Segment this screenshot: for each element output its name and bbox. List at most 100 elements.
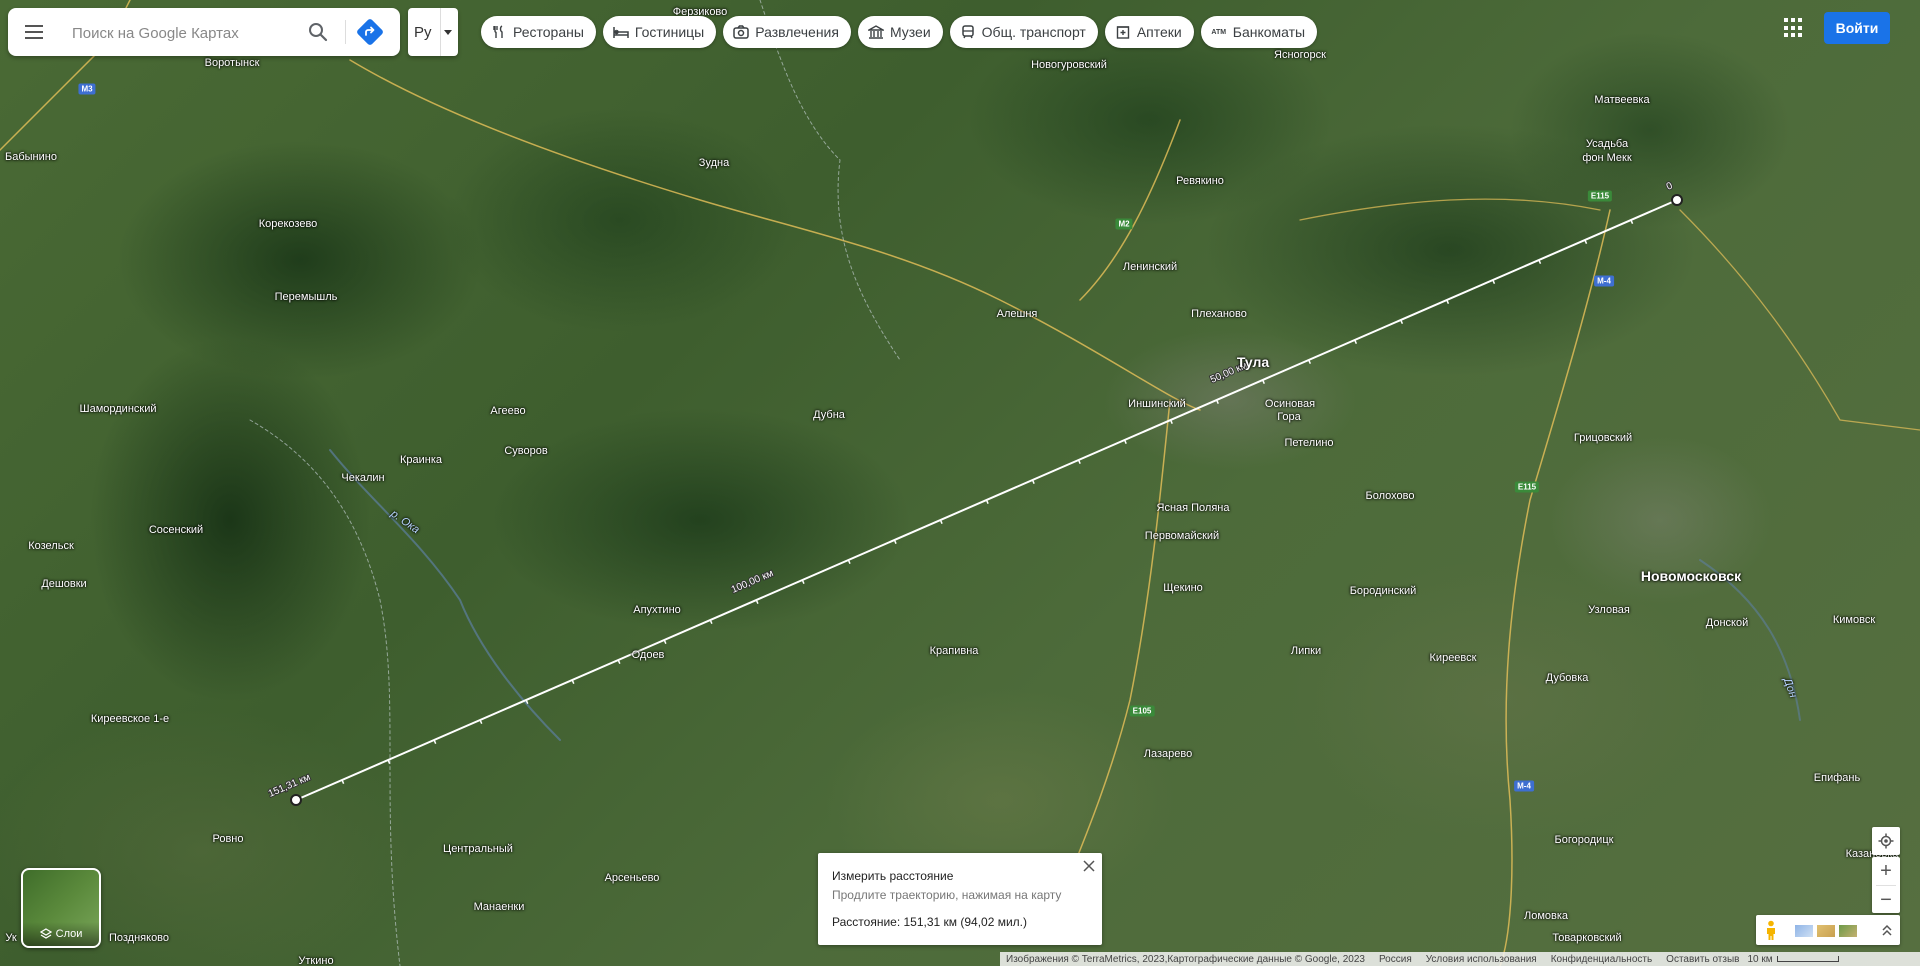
place-label[interactable]: Центральный xyxy=(443,843,513,855)
country-link[interactable]: Россия xyxy=(1379,954,1412,965)
place-label[interactable]: Краинка xyxy=(400,454,442,466)
language-selector[interactable]: Ру xyxy=(408,8,458,56)
terms-link[interactable]: Условия использования xyxy=(1426,954,1537,965)
traffic-thumbnail[interactable] xyxy=(1816,924,1836,938)
place-label[interactable]: Алешня xyxy=(997,308,1038,320)
place-label[interactable]: Грицовский xyxy=(1574,432,1632,444)
chip-hotels[interactable]: Гостиницы xyxy=(602,16,717,48)
place-label[interactable]: Уткино xyxy=(298,955,333,966)
location-icon xyxy=(1878,833,1894,849)
place-label[interactable]: фон Мекк xyxy=(1582,152,1631,164)
place-label[interactable]: Суворов xyxy=(504,445,547,457)
chip-pharmacies[interactable]: Аптеки xyxy=(1104,16,1194,48)
place-label[interactable]: Одоев xyxy=(632,649,665,661)
place-label[interactable]: Иншинский xyxy=(1128,398,1186,410)
route-tick xyxy=(801,579,805,584)
place-label[interactable]: Новогуровский xyxy=(1031,59,1107,71)
place-label[interactable]: Дешовки xyxy=(41,578,86,590)
zoom-control: + − xyxy=(1872,857,1900,913)
satellite-map[interactable]: 50,00 км 100,00 км 151,31 км 0 Ферзиково… xyxy=(0,0,1920,966)
place-label[interactable]: Воротынск xyxy=(205,57,260,69)
place-label[interactable]: Матвеевка xyxy=(1594,94,1649,106)
layers-label: Слои xyxy=(55,928,83,940)
place-label[interactable]: Корекозево xyxy=(259,218,318,230)
place-label[interactable]: Киреевское 1-е xyxy=(91,713,169,725)
place-label[interactable]: Чекалин xyxy=(341,472,384,484)
chip-entertainment[interactable]: Развлечения xyxy=(723,16,851,48)
imagery-thumbnails xyxy=(1794,924,1858,938)
place-label[interactable]: Шамординский xyxy=(80,403,157,415)
route-tick xyxy=(985,499,989,504)
chip-transit[interactable]: Общ. транспорт xyxy=(949,16,1098,48)
zoom-out-button[interactable]: − xyxy=(1872,886,1900,914)
scale-bar[interactable]: 10 км xyxy=(1747,954,1839,965)
place-label[interactable]: Щекино xyxy=(1163,582,1203,594)
chip-atms[interactable]: ATM Банкоматы xyxy=(1200,16,1318,48)
place-label[interactable]: Бородинский xyxy=(1350,585,1417,597)
place-label[interactable]: Епифань xyxy=(1814,772,1860,784)
place-label[interactable]: Кимовск xyxy=(1833,614,1875,626)
place-label[interactable]: Дубна xyxy=(813,409,845,421)
terrain-thumbnail[interactable] xyxy=(1794,924,1814,938)
privacy-link[interactable]: Конфиденциальность xyxy=(1551,954,1652,965)
place-label[interactable]: Ясная Поляна xyxy=(1157,502,1230,514)
place-label[interactable]: Ук xyxy=(5,932,16,944)
place-label[interactable]: Плеханово xyxy=(1191,308,1247,320)
feedback-link[interactable]: Оставить отзыв xyxy=(1666,954,1739,965)
route-tick xyxy=(387,759,391,764)
place-label[interactable]: Арсеньево xyxy=(605,872,660,884)
place-label[interactable]: Ленинский xyxy=(1123,261,1177,273)
chip-restaurants[interactable]: Рестораны xyxy=(481,16,596,48)
place-label[interactable]: Гора xyxy=(1277,411,1301,423)
place-label[interactable]: Апухтино xyxy=(633,604,681,616)
scale-line xyxy=(1776,956,1839,962)
place-label[interactable]: Товарковский xyxy=(1552,932,1621,944)
route-tick xyxy=(755,599,759,604)
close-icon[interactable] xyxy=(1082,859,1096,873)
place-label[interactable]: Донской xyxy=(1706,617,1748,629)
place-label[interactable]: Бабынино xyxy=(5,151,57,163)
place-label[interactable]: Перемышль xyxy=(275,291,338,303)
camera-icon xyxy=(733,24,749,40)
search-icon[interactable] xyxy=(306,20,330,44)
place-label[interactable]: Манаенки xyxy=(474,901,525,913)
place-label[interactable]: Сосенский xyxy=(149,524,203,536)
place-label[interactable]: Киреевск xyxy=(1430,652,1477,664)
place-label[interactable]: Осиновая xyxy=(1265,398,1315,410)
layers-button[interactable]: Слои xyxy=(21,868,101,948)
place-label[interactable]: Лазарево xyxy=(1144,748,1192,760)
my-location-button[interactable] xyxy=(1872,827,1900,855)
place-label[interactable]: Зудна xyxy=(699,157,729,169)
place-label[interactable]: Богородицк xyxy=(1555,834,1614,846)
place-label[interactable]: Дубовка xyxy=(1546,672,1589,684)
place-label[interactable]: Крапивна xyxy=(930,645,979,657)
place-label[interactable]: Болохово xyxy=(1366,490,1415,502)
place-label[interactable]: Новомосковск xyxy=(1641,568,1741,584)
place-label[interactable]: Узловая xyxy=(1588,604,1630,616)
place-label[interactable]: Козельск xyxy=(28,540,74,552)
place-label[interactable]: Липки xyxy=(1291,645,1321,657)
satellite-thumbnail[interactable] xyxy=(1838,924,1858,938)
google-apps-icon[interactable] xyxy=(1784,18,1804,38)
route-tick xyxy=(663,639,667,644)
chevron-down-icon[interactable] xyxy=(444,29,452,35)
sign-in-button[interactable]: Войти xyxy=(1824,12,1890,44)
pegman-icon[interactable] xyxy=(1764,920,1778,940)
place-label[interactable]: Усадьба xyxy=(1586,138,1628,150)
place-label[interactable]: Ломовка xyxy=(1524,910,1568,922)
chip-museums[interactable]: Музеи xyxy=(857,16,943,48)
chevron-up-icon[interactable] xyxy=(1880,922,1894,938)
zoom-in-button[interactable]: + xyxy=(1872,857,1900,885)
place-label[interactable]: Петелино xyxy=(1284,437,1333,449)
place-label[interactable]: Первомайский xyxy=(1145,530,1219,542)
directions-icon[interactable] xyxy=(356,18,384,46)
menu-icon[interactable] xyxy=(22,20,46,44)
place-label[interactable]: Агеево xyxy=(490,405,525,417)
place-label[interactable]: Тула xyxy=(1237,354,1269,370)
search-input[interactable] xyxy=(70,20,304,46)
place-label[interactable]: Ровно xyxy=(212,833,243,845)
route-tick xyxy=(893,539,897,544)
place-label[interactable]: Поздняково xyxy=(109,932,169,944)
place-label[interactable]: Ревякино xyxy=(1176,175,1224,187)
place-label[interactable]: Ясногорск xyxy=(1274,49,1326,61)
